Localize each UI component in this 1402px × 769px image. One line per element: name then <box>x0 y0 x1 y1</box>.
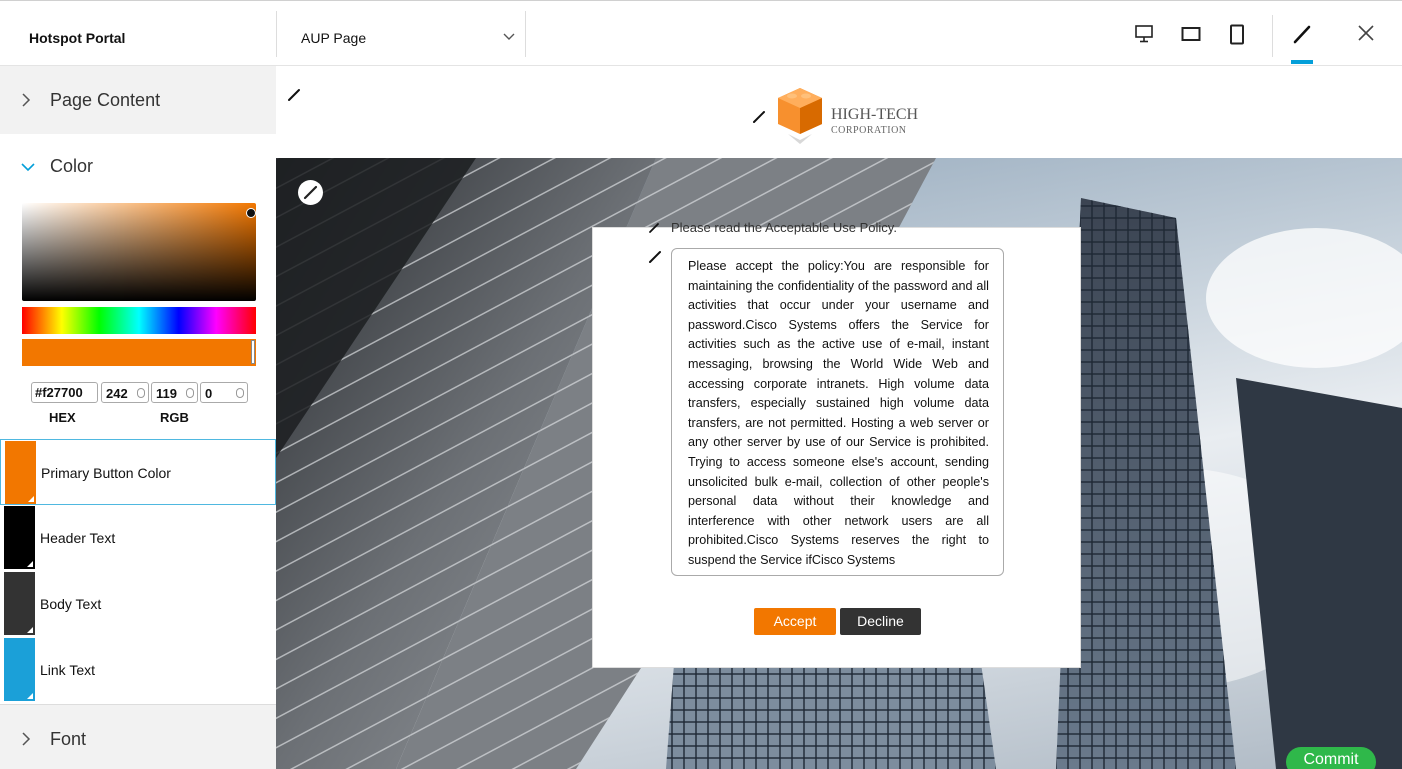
spinner-icon[interactable] <box>186 388 194 398</box>
tablet-preview-icon[interactable] <box>1181 24 1201 44</box>
swatch-row-primary-button[interactable]: Primary Button Color <box>0 439 276 505</box>
portal-preview: HIGH-TECH CORPORATION Please read the Ac… <box>276 66 1402 769</box>
policy-text-box[interactable]: Please accept the policy:You are respons… <box>671 248 1004 576</box>
policy-text: Please accept the policy:You are respons… <box>688 259 989 567</box>
edit-pencil-icon[interactable] <box>648 250 662 264</box>
color-label: Color <box>50 156 94 176</box>
company-logo <box>778 88 822 144</box>
link-text-swatch[interactable] <box>4 638 35 701</box>
accept-button[interactable]: Accept <box>754 608 836 635</box>
swatch-label: Body Text <box>40 596 102 612</box>
picker-handle[interactable] <box>246 208 256 218</box>
decline-button[interactable]: Decline <box>840 608 921 635</box>
blue-input[interactable]: 0 <box>200 382 248 403</box>
edit-pencil-icon[interactable] <box>1292 24 1312 44</box>
customization-sidebar: Page Content Color 242 119 0 HEX RGB Pri… <box>0 66 276 769</box>
font-label: Font <box>50 729 87 749</box>
color-bar-handle[interactable] <box>251 340 255 364</box>
swatch-label: Primary Button Color <box>41 465 171 481</box>
chevron-down-icon <box>503 33 515 40</box>
edit-background-button[interactable] <box>298 180 323 205</box>
primary-button-swatch[interactable] <box>5 441 36 504</box>
page-content-label: Page Content <box>50 90 161 110</box>
hex-input[interactable] <box>31 382 98 403</box>
rgb-label: RGB <box>160 410 189 425</box>
body-text-swatch[interactable] <box>4 572 35 635</box>
saturation-value-picker[interactable] <box>22 203 256 301</box>
aup-intro-text: Please read the Acceptable Use Policy. <box>671 220 897 235</box>
edit-pencil-icon[interactable] <box>287 88 301 102</box>
hue-slider[interactable] <box>22 307 256 334</box>
desktop-preview-icon[interactable] <box>1134 24 1154 44</box>
font-section-header[interactable]: Font <box>0 704 276 769</box>
swatch-label: Link Text <box>40 662 95 678</box>
logo-text-line1: HIGH-TECH <box>831 106 919 123</box>
header-text-swatch[interactable] <box>4 506 35 569</box>
swatch-row-header-text[interactable]: Header Text <box>0 505 276 571</box>
edit-pencil-icon[interactable] <box>752 110 766 124</box>
hex-label: HEX <box>49 410 76 425</box>
swatch-row-body-text[interactable]: Body Text <box>0 571 276 637</box>
edit-pencil-icon[interactable] <box>648 222 660 234</box>
chevron-right-icon <box>22 732 31 746</box>
page-content-section-header[interactable]: Page Content <box>0 66 276 134</box>
logo-text-line2: CORPORATION <box>831 125 907 136</box>
close-icon[interactable] <box>1357 24 1375 42</box>
toolbar-divider <box>1272 15 1273 57</box>
green-input[interactable]: 119 <box>151 382 198 403</box>
chevron-right-icon <box>22 93 31 107</box>
page-select-value: AUP Page <box>301 30 367 46</box>
portal-title: Hotspot Portal <box>29 30 126 46</box>
spinner-icon[interactable] <box>236 388 244 398</box>
page-select-dropdown[interactable]: AUP Page <box>276 11 526 57</box>
aup-card: Please read the Acceptable Use Policy. P… <box>592 220 1081 668</box>
spinner-icon[interactable] <box>137 388 145 398</box>
selected-color-bar[interactable] <box>22 339 256 366</box>
swatch-row-link-text[interactable]: Link Text <box>0 637 276 703</box>
color-section-header[interactable]: Color <box>0 140 276 196</box>
swatch-label: Header Text <box>40 530 116 546</box>
green-value: 119 <box>156 386 177 401</box>
red-input[interactable]: 242 <box>101 382 149 403</box>
blue-value: 0 <box>205 386 213 401</box>
top-toolbar: Hotspot Portal AUP Page <box>0 0 1402 66</box>
commit-button[interactable]: Commit <box>1286 747 1376 769</box>
red-value: 242 <box>106 386 128 401</box>
active-tool-indicator <box>1291 60 1313 64</box>
mobile-preview-icon[interactable] <box>1229 24 1245 46</box>
chevron-down-icon <box>21 163 35 172</box>
edit-pencil-icon <box>303 185 318 200</box>
